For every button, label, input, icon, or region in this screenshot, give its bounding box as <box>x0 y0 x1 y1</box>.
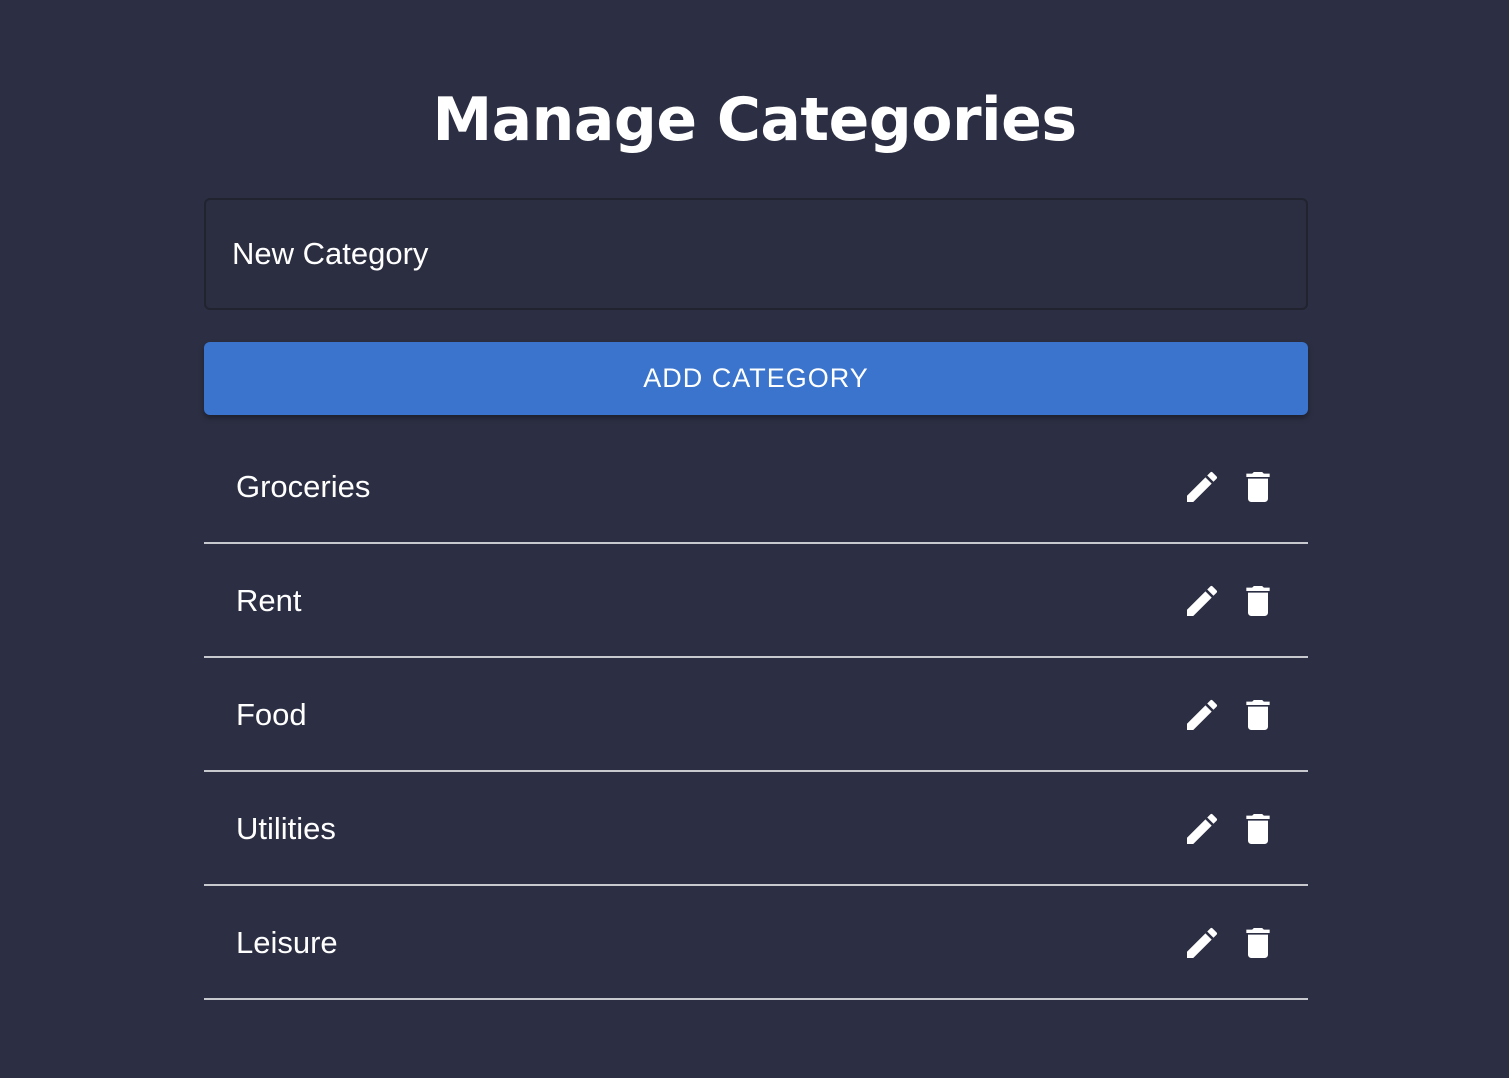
pencil-icon <box>1187 927 1218 958</box>
category-list: Groceries Rent Food Utilities Leisure <box>204 430 1308 1000</box>
item-actions <box>1166 695 1278 735</box>
delete-button[interactable] <box>1238 923 1278 963</box>
category-name: Rent <box>236 583 302 618</box>
list-item: Food <box>204 658 1308 772</box>
new-category-field[interactable] <box>204 198 1308 310</box>
delete-button[interactable] <box>1238 695 1278 735</box>
item-actions <box>1166 581 1278 621</box>
pencil-icon <box>1187 699 1218 730</box>
pencil-icon <box>1187 471 1218 502</box>
trash-icon <box>1246 928 1270 958</box>
edit-button[interactable] <box>1182 467 1222 507</box>
edit-button[interactable] <box>1182 695 1222 735</box>
list-item: Groceries <box>204 430 1308 544</box>
pencil-icon <box>1187 585 1218 616</box>
list-item: Utilities <box>204 772 1308 886</box>
category-name: Leisure <box>236 925 338 960</box>
trash-icon <box>1246 586 1270 616</box>
pencil-icon <box>1187 813 1218 844</box>
add-category-button[interactable]: ADD CATEGORY <box>204 342 1308 415</box>
trash-icon <box>1246 700 1270 730</box>
category-name: Food <box>236 697 307 732</box>
delete-button[interactable] <box>1238 581 1278 621</box>
item-actions <box>1166 467 1278 507</box>
delete-button[interactable] <box>1238 809 1278 849</box>
trash-icon <box>1246 472 1270 502</box>
list-item: Rent <box>204 544 1308 658</box>
edit-button[interactable] <box>1182 809 1222 849</box>
edit-button[interactable] <box>1182 581 1222 621</box>
category-name: Utilities <box>236 811 336 846</box>
list-item: Leisure <box>204 886 1308 1000</box>
trash-icon <box>1246 814 1270 844</box>
category-name: Groceries <box>236 469 371 504</box>
page-title: Manage Categories <box>432 85 1077 155</box>
new-category-input[interactable] <box>232 200 1272 308</box>
edit-button[interactable] <box>1182 923 1222 963</box>
delete-button[interactable] <box>1238 467 1278 507</box>
item-actions <box>1166 809 1278 849</box>
item-actions <box>1166 923 1278 963</box>
